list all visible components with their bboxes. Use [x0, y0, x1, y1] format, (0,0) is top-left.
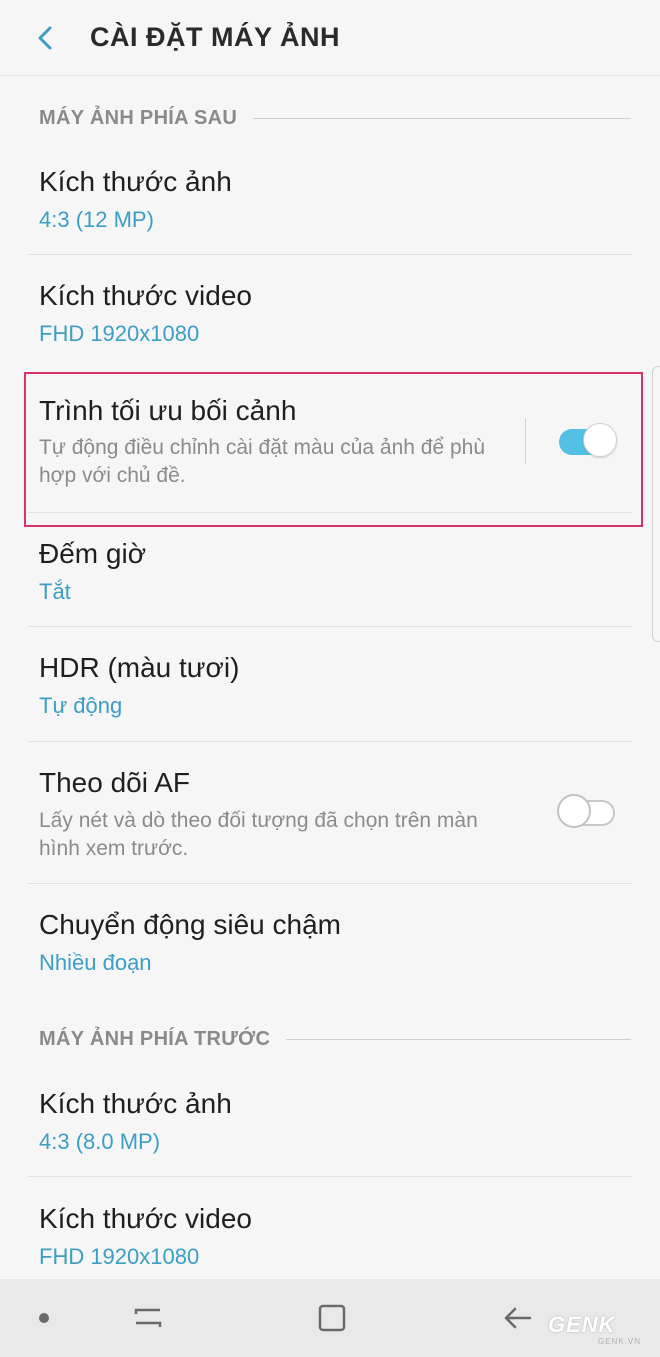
setting-value: FHD 1920x1080 [39, 1244, 200, 1269]
section-divider [253, 117, 631, 119]
chevron-left-icon[interactable] [26, 18, 66, 58]
setting-title: HDR (màu tươi) [39, 652, 240, 683]
setting-title: Đếm giờ [39, 538, 147, 569]
edge-panel-handle[interactable] [652, 366, 660, 642]
setting-title: Kích thước ảnh [39, 166, 232, 197]
setting-title: Kích thước video [39, 280, 252, 311]
setting-value: Tắt [39, 579, 71, 604]
setting-video-size-front[interactable]: Kích thước video FHD 1920x1080 [0, 1177, 660, 1279]
watermark-logo: GENK [548, 1312, 616, 1337]
setting-photo-size-rear[interactable]: Kích thước ảnh 4:3 (12 MP) [0, 142, 660, 255]
setting-value: 4:3 (12 MP) [39, 207, 154, 232]
setting-title: Chuyển động siêu chậm [39, 909, 341, 940]
section-label: MÁY ẢNH PHÍA TRƯỚC [39, 1027, 271, 1050]
toggle-thumb [557, 794, 591, 828]
setting-value: Nhiều đoạn [39, 950, 152, 975]
section-label: MÁY ẢNH PHÍA SAU [39, 106, 238, 129]
section-divider [286, 1038, 631, 1040]
app-header: CÀI ĐẶT MÁY ẢNH [0, 0, 660, 76]
page-title: CÀI ĐẶT MÁY ẢNH [90, 22, 340, 52]
setting-value: Tự động [39, 693, 123, 718]
af-tracking-toggle[interactable] [557, 792, 617, 828]
setting-title: Kích thước video [39, 1203, 252, 1234]
setting-super-slow-motion[interactable]: Chuyển động siêu chậm Nhiều đoạn [0, 884, 660, 1014]
section-header-rear-camera: MÁY ẢNH PHÍA SAU [39, 103, 631, 133]
setting-title: Theo dõi AF [39, 767, 190, 798]
highlight-frame [24, 372, 643, 527]
setting-description: Lấy nét và dò theo đối tượng đã chọn trê… [39, 809, 478, 860]
section-header-front-camera: MÁY ẢNH PHÍA TRƯỚC [39, 1024, 631, 1054]
watermark-subtext: GENK.VN [598, 1337, 642, 1346]
home-icon[interactable] [314, 1300, 350, 1336]
setting-title: Kích thước ảnh [39, 1088, 232, 1119]
dot-icon[interactable] [34, 1308, 54, 1328]
setting-af-tracking[interactable]: Theo dõi AF Lấy nét và dò theo đối tượng… [0, 742, 660, 884]
setting-video-size-rear[interactable]: Kích thước video FHD 1920x1080 [0, 255, 660, 370]
setting-hdr[interactable]: HDR (màu tươi) Tự động [0, 627, 660, 742]
back-arrow-icon[interactable] [500, 1300, 536, 1336]
setting-value: FHD 1920x1080 [39, 321, 200, 346]
setting-timer[interactable]: Đếm giờ Tắt [0, 513, 660, 627]
recent-apps-icon[interactable] [130, 1301, 166, 1335]
setting-photo-size-front[interactable]: Kích thước ảnh 4:3 (8.0 MP) [0, 1064, 660, 1177]
setting-value: 4:3 (8.0 MP) [39, 1129, 161, 1154]
